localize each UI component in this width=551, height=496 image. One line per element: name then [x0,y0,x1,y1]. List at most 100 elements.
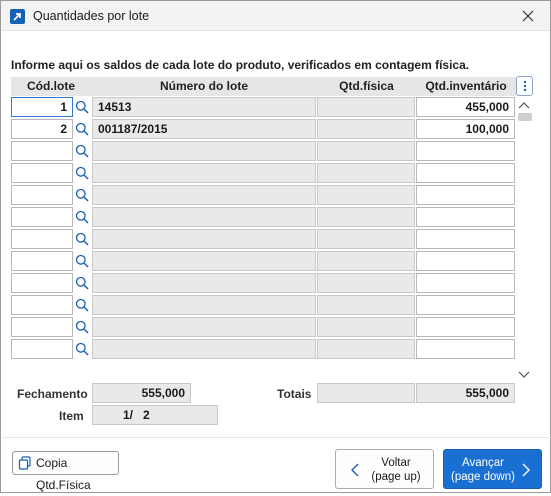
qtd-fisica-field [317,317,415,337]
col-header-cod-lote: Cód.lote [11,77,91,96]
search-icon [75,188,89,202]
numero-lote-field [92,317,316,337]
back-button-line1: Voltar [381,457,411,469]
grid-options-button[interactable] [516,76,533,96]
qtd-inventario-input[interactable] [416,163,515,183]
qtd-fisica-field [317,251,415,271]
cod-lote-input[interactable] [11,229,73,249]
qtd-fisica-field [317,163,415,183]
qtd-inventario-input[interactable] [416,207,515,227]
chevron-up-icon [518,102,530,109]
lote-search-button[interactable] [73,141,91,161]
chevron-right-icon [522,463,530,477]
qtd-inventario-input[interactable] [416,251,515,271]
lote-search-button[interactable] [73,317,91,337]
fechamento-value: 555,000 [92,383,191,403]
footer-divider [2,437,551,438]
lote-search-button[interactable] [73,163,91,183]
next-button[interactable]: Avançar (page down) [443,449,542,489]
qtd-inventario-input[interactable] [416,229,515,249]
cod-lote-input[interactable] [11,339,73,359]
col-header-numero-lote: Número do lote [91,77,317,96]
numero-lote-field [92,339,316,359]
col-header-qtd-inventario: Qtd.inventário [416,77,516,96]
qtd-fisica-field [317,97,415,117]
cod-lote-input[interactable] [11,141,73,161]
numero-lote-field [92,163,316,183]
scrollbar-thumb[interactable] [518,113,532,121]
search-icon [75,276,89,290]
copy-icon [18,456,31,470]
qtd-fisica-field [317,273,415,293]
qtd-inventario-input[interactable] [416,141,515,161]
search-icon [75,298,89,312]
search-icon [75,320,89,334]
cod-lote-input[interactable] [11,163,73,183]
cod-lote-input[interactable] [11,185,73,205]
scroll-up-button[interactable] [517,99,531,111]
copy-qtd-fisica-button[interactable]: Copia Qtd.Física [12,451,119,492]
close-button[interactable] [516,5,540,27]
cod-lote-input[interactable]: 2 [11,119,73,139]
lote-search-button[interactable] [73,273,91,293]
qtd-fisica-field [317,339,415,359]
numero-lote-field: 14513 [92,97,316,117]
cod-lote-input[interactable] [11,295,73,315]
scroll-down-button[interactable] [517,369,531,381]
col-header-qtd-fisica: Qtd.física [317,77,416,96]
qtd-fisica-field [317,141,415,161]
qtd-inventario-input[interactable] [416,273,515,293]
lote-search-button[interactable] [73,119,91,139]
numero-lote-field: 001187/2015 [92,119,316,139]
numero-lote-field [92,251,316,271]
next-button-line1: Avançar [462,457,504,469]
lote-search-button[interactable] [73,251,91,271]
app-arrow-icon [10,9,25,24]
lote-search-button[interactable] [73,339,91,359]
qtd-inventario-input[interactable] [416,317,515,337]
item-label: Item [59,409,84,423]
numero-lote-field [92,207,316,227]
cod-lote-input[interactable] [11,317,73,337]
search-icon [75,166,89,180]
back-button[interactable]: Voltar (page up) [335,449,434,489]
qtd-inventario-input[interactable] [416,295,515,315]
lote-search-button[interactable] [73,229,91,249]
cod-lote-input[interactable] [11,273,73,293]
qtd-fisica-field [317,295,415,315]
search-icon [75,232,89,246]
instruction-text: Informe aqui os saldos de cada lote do p… [11,58,470,72]
next-button-label: Avançar (page down) [449,456,517,484]
search-icon [75,254,89,268]
back-button-label: Voltar (page up) [369,456,423,484]
totais-qtd-inventario: 555,000 [416,383,515,403]
qtd-inventario-input[interactable]: 455,000 [416,97,515,117]
close-icon [522,10,534,22]
fechamento-label: Fechamento [17,387,88,401]
back-button-line2: (page up) [371,471,421,483]
item-counter: 1/ 2 [92,405,218,425]
copy-button-label: Copia Qtd.Física [36,456,91,492]
search-icon [75,100,89,114]
lote-search-button[interactable] [73,207,91,227]
chevron-left-icon [351,463,359,477]
search-icon [75,122,89,136]
qtd-inventario-input[interactable]: 100,000 [416,119,515,139]
lote-search-button[interactable] [73,97,91,117]
lote-search-button[interactable] [73,295,91,315]
numero-lote-field [92,141,316,161]
qtd-inventario-input[interactable] [416,339,515,359]
cod-lote-input[interactable] [11,251,73,271]
search-icon [75,144,89,158]
qtd-inventario-input[interactable] [416,185,515,205]
cod-lote-input[interactable]: 1 [11,97,73,117]
cod-lote-input[interactable] [11,207,73,227]
title-bar: Quantidades por lote [1,1,550,31]
lote-search-button[interactable] [73,185,91,205]
window-title: Quantidades por lote [33,9,150,23]
qtd-fisica-field [317,185,415,205]
kebab-menu-icon [523,80,526,92]
numero-lote-field [92,185,316,205]
search-icon [75,342,89,356]
qtd-fisica-field [317,119,415,139]
